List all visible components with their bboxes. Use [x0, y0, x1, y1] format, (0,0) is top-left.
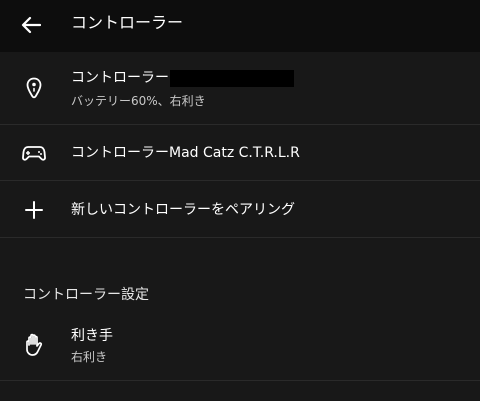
row-title: 利き手	[71, 328, 113, 344]
plus-icon	[22, 198, 46, 222]
pair-new-controller-row[interactable]: 新しいコントローラーをペアリング	[0, 181, 480, 238]
handedness-row[interactable]: 利き手 右利き	[0, 312, 480, 381]
redacted-device-name	[170, 70, 294, 87]
controller-remote-row[interactable]: コントローラー バッテリー60%、右利き	[0, 52, 480, 125]
back-button[interactable]	[14, 10, 48, 40]
app-bar: コントローラー	[0, 0, 480, 52]
row-title: コントローラー	[71, 70, 169, 86]
row-title: コントローラーMad Catz C.T.R.L.R	[71, 145, 300, 161]
gamepad-icon	[22, 141, 46, 165]
row-subtitle: 右利き	[71, 350, 108, 364]
page-title: コントローラー	[71, 13, 184, 32]
row-subtitle: バッテリー60%、右利き	[71, 94, 206, 108]
hand-icon	[22, 333, 46, 357]
row-title: 新しいコントローラーをペアリング	[71, 202, 295, 218]
arrow-left-icon	[21, 16, 41, 34]
section-header-controller-settings: コントローラー設定	[23, 287, 149, 303]
controller-remote-icon	[22, 76, 46, 100]
gamepad-row[interactable]: コントローラーMad Catz C.T.R.L.R	[0, 125, 480, 181]
